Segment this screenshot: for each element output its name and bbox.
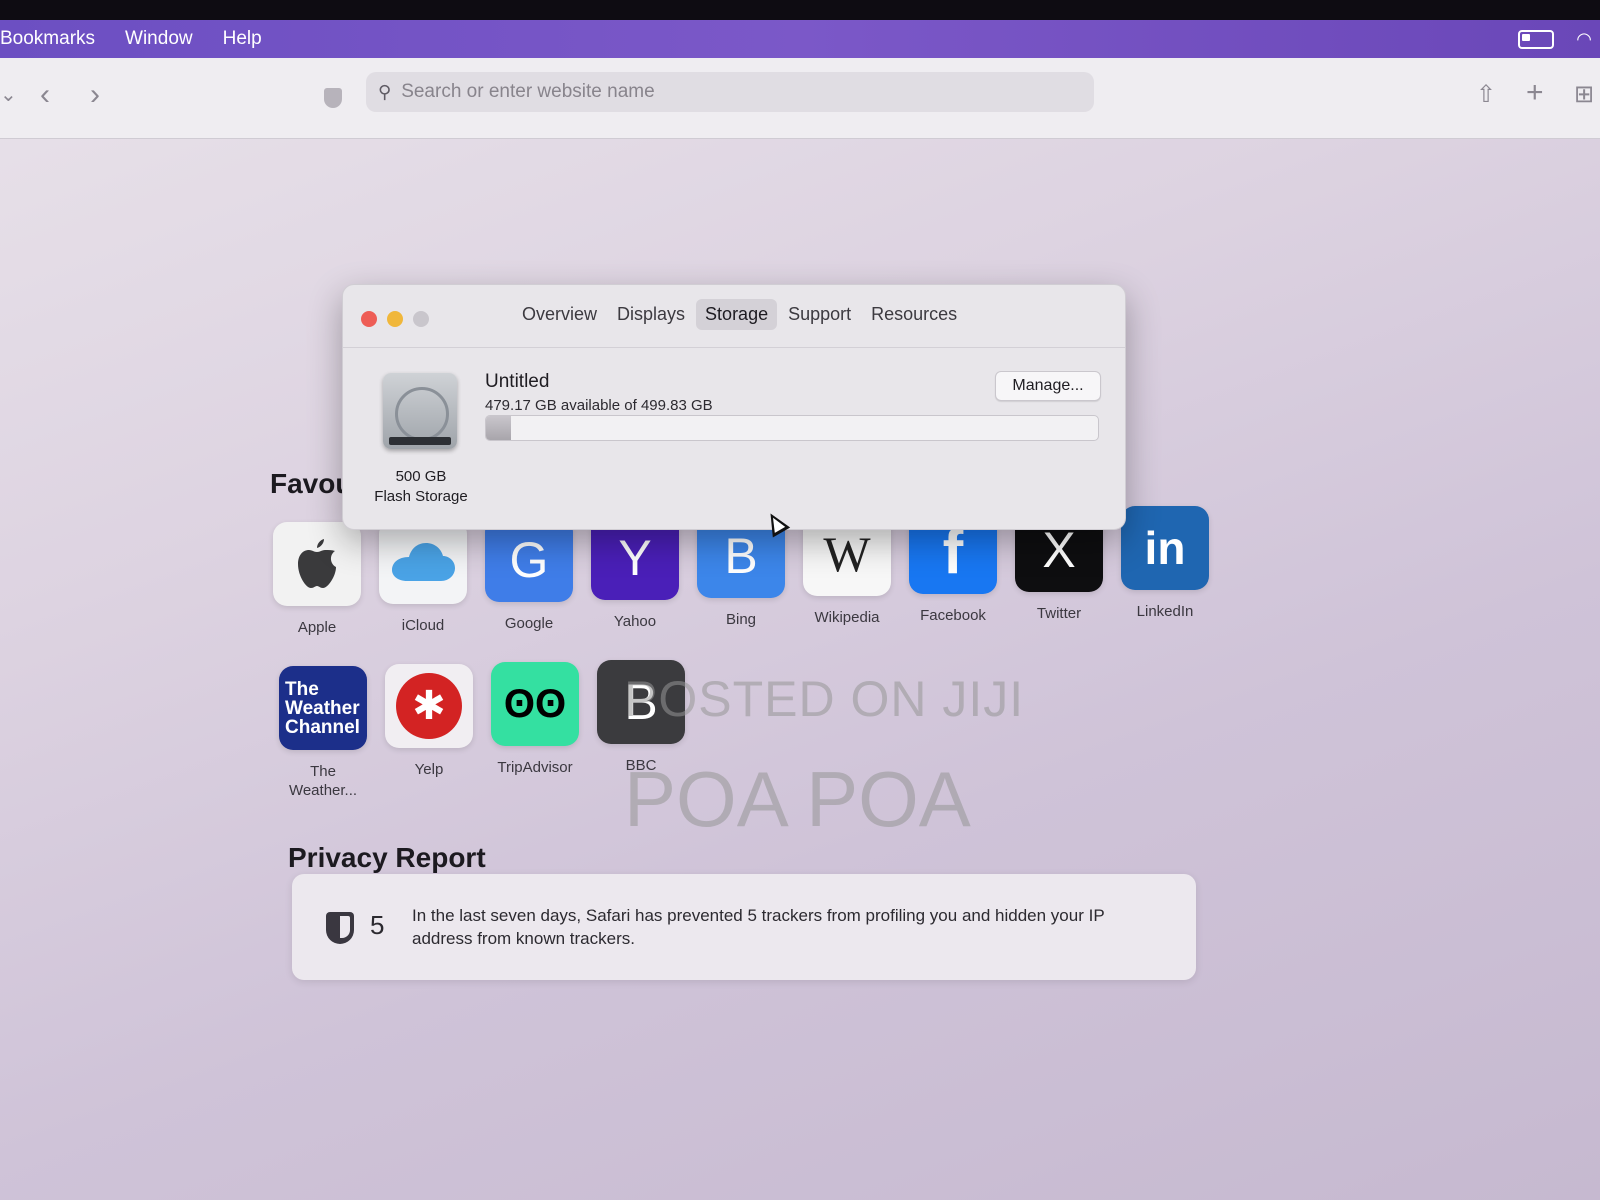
weather-channel-logo-icon: The Weather Channel bbox=[279, 666, 367, 750]
drive-capacity: 500 GB bbox=[395, 468, 447, 485]
favourite-tripadvisor[interactable]: ʘʘ TripAdvisor bbox=[480, 662, 590, 777]
watermark-line-2: POA POA bbox=[624, 755, 971, 843]
linkedin-letter-icon: in bbox=[1121, 506, 1209, 590]
search-icon: ⚲ bbox=[378, 81, 392, 102]
menu-extras: ◠ bbox=[1518, 20, 1600, 58]
watermark-line-1: POSTED ON JIJI bbox=[624, 671, 1025, 727]
about-this-mac-window: Overview Displays Storage Support Resour… bbox=[342, 284, 1126, 530]
favourite-apple[interactable]: Apple bbox=[262, 522, 372, 637]
drive-label: 500 GB Flash Storage bbox=[355, 467, 487, 507]
forward-button[interactable]: › bbox=[90, 80, 100, 110]
favourite-google[interactable]: G Google bbox=[474, 518, 584, 633]
favourite-label: Twitter bbox=[1036, 605, 1082, 622]
favourite-label: The Weather... bbox=[288, 763, 358, 799]
screen: Bookmarks Window Help ◠ ⌄ ‹ › ⚲ ⇧ + ⊞ Fa… bbox=[0, 0, 1600, 1200]
volume-availability: 479.17 GB available of 499.83 GB bbox=[485, 397, 713, 414]
favourite-linkedin[interactable]: in LinkedIn bbox=[1110, 506, 1220, 621]
screen-bezel bbox=[0, 0, 1600, 22]
yelp-burst-icon: ✱ bbox=[396, 673, 462, 739]
back-button[interactable]: ‹ bbox=[40, 80, 50, 110]
tracker-count: 5 bbox=[370, 910, 385, 940]
volume-name: Untitled bbox=[485, 371, 550, 392]
menu-help[interactable]: Help bbox=[223, 28, 262, 50]
tab-displays[interactable]: Displays bbox=[608, 299, 694, 330]
favourite-label: Yahoo bbox=[613, 613, 657, 630]
window-titlebar: Overview Displays Storage Support Resour… bbox=[343, 285, 1125, 348]
new-tab-button[interactable]: + bbox=[1526, 78, 1544, 108]
tab-storage[interactable]: Storage bbox=[696, 299, 778, 330]
zoom-button[interactable] bbox=[413, 311, 429, 327]
battery-icon[interactable] bbox=[1518, 29, 1555, 49]
favourite-icloud[interactable]: iCloud bbox=[368, 520, 478, 635]
storage-usage-fill bbox=[486, 416, 512, 440]
search-input[interactable] bbox=[399, 80, 1044, 104]
favourites-title: Favou bbox=[270, 468, 353, 499]
tab-support[interactable]: Support bbox=[779, 299, 860, 330]
privacy-shield-icon[interactable] bbox=[324, 88, 342, 108]
window-tabs: Overview Displays Storage Support Resour… bbox=[513, 299, 966, 330]
tab-overview-icon[interactable]: ⊞ bbox=[1574, 80, 1594, 110]
privacy-summary: In the last seven days, Safari has preve… bbox=[412, 906, 1105, 948]
favourite-label: TripAdvisor bbox=[497, 759, 573, 776]
menu-bookmarks[interactable]: Bookmarks bbox=[0, 28, 95, 50]
privacy-report-card[interactable]: 5 In the last seven days, Safari has pre… bbox=[292, 874, 1196, 980]
favourite-label: iCloud bbox=[401, 617, 445, 634]
tripadvisor-owl-icon: ʘʘ bbox=[491, 662, 579, 746]
browser-toolbar: ⌄ ‹ › ⚲ ⇧ + ⊞ bbox=[0, 58, 1600, 139]
share-icon[interactable]: ⇧ bbox=[1476, 80, 1496, 110]
favourite-label: Facebook bbox=[920, 607, 986, 624]
menu-window[interactable]: Window bbox=[125, 28, 193, 50]
hard-drive-icon bbox=[383, 373, 457, 449]
tab-resources[interactable]: Resources bbox=[862, 299, 966, 330]
sidebar-chevron-icon[interactable]: ⌄ bbox=[0, 80, 17, 110]
manage-button[interactable]: Manage... bbox=[995, 371, 1101, 401]
google-letter-icon: G bbox=[485, 518, 573, 602]
tab-overview[interactable]: Overview bbox=[513, 299, 606, 330]
favourite-yelp[interactable]: ✱ Yelp bbox=[374, 664, 484, 779]
storage-usage-bar bbox=[485, 415, 1099, 441]
shield-icon bbox=[326, 912, 354, 944]
address-bar[interactable]: ⚲ bbox=[366, 72, 1094, 112]
favourite-label: Wikipedia bbox=[814, 609, 880, 626]
favourite-label: LinkedIn bbox=[1136, 603, 1194, 620]
minimize-button[interactable] bbox=[387, 311, 403, 327]
menu-bar: Bookmarks Window Help ◠ bbox=[0, 20, 1600, 58]
favourite-label: Google bbox=[504, 615, 554, 632]
favourite-yahoo[interactable]: Y Yahoo bbox=[580, 516, 690, 631]
apple-logo-icon bbox=[273, 522, 361, 606]
favourite-label: Bing bbox=[725, 611, 757, 628]
yelp-logo-icon: ✱ bbox=[385, 664, 473, 748]
privacy-report-title: Privacy Report bbox=[288, 842, 486, 873]
favourite-label: Yelp bbox=[414, 761, 444, 778]
wifi-icon[interactable]: ◠ bbox=[1576, 29, 1592, 50]
favourite-label: Apple bbox=[297, 619, 337, 636]
favourite-weather-channel[interactable]: The Weather Channel The Weather... bbox=[268, 666, 378, 800]
drive-type: Flash Storage bbox=[374, 488, 468, 505]
icloud-icon bbox=[379, 520, 467, 604]
close-button[interactable] bbox=[361, 311, 377, 327]
